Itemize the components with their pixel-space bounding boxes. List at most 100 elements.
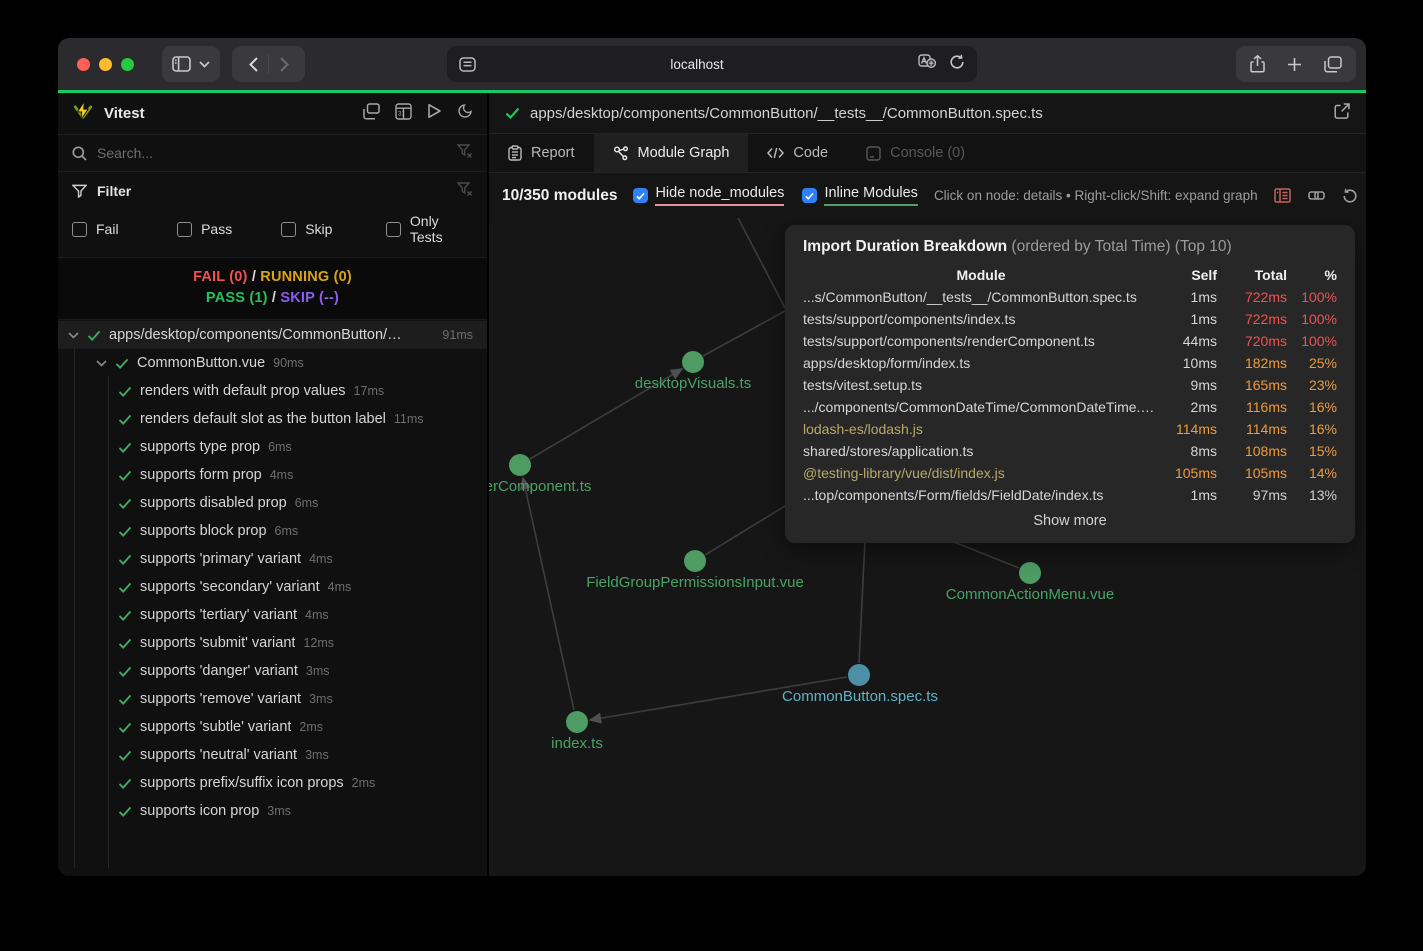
test-duration: 6ms (268, 440, 292, 454)
self-time: 1ms (1159, 286, 1217, 308)
module-name: ...s/CommonButton/__tests__/CommonButton… (803, 286, 1159, 308)
page-format-icon[interactable] (459, 57, 476, 72)
main-panel: apps/desktop/components/CommonButton/__t… (489, 93, 1366, 876)
dark-mode-icon[interactable] (457, 103, 473, 125)
test-case-row[interactable]: supports 'tertiary' variant4ms (58, 601, 487, 629)
test-case-row[interactable]: supports block prop6ms (58, 517, 487, 545)
merge-nodes-icon[interactable] (1308, 188, 1325, 203)
graph-node-fieldgrouppermissionsinput-vue[interactable] (684, 550, 706, 572)
address-bar[interactable]: localhost (447, 46, 977, 82)
test-name: supports 'secondary' variant (140, 579, 320, 595)
search-bar (58, 134, 487, 172)
svg-text:31: 31 (398, 111, 405, 117)
test-name: supports form prop (140, 467, 262, 483)
sidebar-toggle-button[interactable] (162, 46, 220, 82)
forward-button[interactable] (269, 49, 299, 79)
test-duration: 4ms (328, 580, 352, 594)
test-case-row[interactable]: supports prefix/suffix icon props2ms (58, 769, 487, 797)
open-in-editor-icon[interactable] (1334, 103, 1350, 124)
test-case-row[interactable]: renders default slot as the button label… (58, 405, 487, 433)
clear-search-filter-icon[interactable] (457, 144, 473, 163)
self-time: 44ms (1159, 330, 1217, 352)
graph-edge (736, 218, 785, 308)
graph-checkbox-label: Inline Modules (824, 185, 918, 206)
check-icon (118, 386, 132, 397)
self-time: 9ms (1159, 374, 1217, 396)
test-name: supports prefix/suffix icon props (140, 775, 344, 791)
test-name: supports type prop (140, 439, 260, 455)
test-name: supports 'neutral' variant (140, 747, 297, 763)
test-case-row[interactable]: supports 'remove' variant3ms (58, 685, 487, 713)
graph-node-label: CommonButton.spec.ts (782, 688, 938, 705)
self-time: 8ms (1159, 440, 1217, 462)
zoom-window-button[interactable] (121, 58, 134, 71)
self-time: 1ms (1159, 484, 1217, 506)
back-button[interactable] (238, 49, 268, 79)
module-name: tests/vitest.setup.ts (803, 374, 1159, 396)
test-duration: 91ms (442, 328, 487, 342)
chevron-down-icon[interactable] (96, 360, 107, 367)
filter-checkbox-skip[interactable]: Skip (281, 213, 386, 245)
test-case-row[interactable]: renders with default prop values17ms (58, 377, 487, 405)
test-case-row[interactable]: supports 'danger' variant3ms (58, 657, 487, 685)
graph-node-label: desktopVisuals.ts (635, 375, 751, 392)
minimize-window-button[interactable] (99, 58, 112, 71)
test-case-row[interactable]: supports icon prop3ms (58, 797, 487, 825)
graph-checkbox-inline-modules[interactable]: Inline Modules (802, 185, 918, 206)
close-window-button[interactable] (77, 58, 90, 71)
status-line: PASS (1) / SKIP (--) (58, 288, 487, 309)
graph-node-ercomponent-ts[interactable] (509, 454, 531, 476)
filter-checkbox-fail[interactable]: Fail (72, 213, 177, 245)
checked-checkbox-icon (633, 188, 648, 203)
dashboard-icon[interactable]: 31 (395, 103, 412, 125)
tab-overview-icon[interactable] (1324, 56, 1342, 73)
module-graph-canvas[interactable]: erComponent.tsdesktopVisuals.tsFieldGrou… (489, 218, 1366, 876)
test-case-row[interactable]: supports form prop4ms (58, 461, 487, 489)
test-case-row[interactable]: supports 'subtle' variant2ms (58, 713, 487, 741)
reset-graph-icon[interactable] (1342, 188, 1358, 204)
tab-report[interactable]: Report (489, 134, 594, 172)
graph-checkbox-hide-node_modules[interactable]: Hide node_modules (633, 185, 784, 206)
test-case-row[interactable]: supports 'primary' variant4ms (58, 545, 487, 573)
privacy-report-icon[interactable] (918, 54, 937, 74)
test-case-row[interactable]: supports disabled prop6ms (58, 489, 487, 517)
tab-module-graph[interactable]: Module Graph (594, 134, 749, 172)
tab-label: Module Graph (638, 145, 730, 161)
filter-checkbox-only-tests[interactable]: Only Tests (386, 213, 473, 245)
test-case-row[interactable]: supports 'neutral' variant3ms (58, 741, 487, 769)
show-more-button[interactable]: Show more (803, 513, 1337, 529)
clear-filters-icon[interactable] (457, 182, 473, 199)
test-case-row[interactable]: supports type prop 6ms (58, 433, 487, 461)
run-all-icon[interactable] (427, 103, 442, 125)
reload-icon[interactable] (949, 54, 965, 75)
check-icon (115, 358, 129, 369)
module-name: lodash-es/lodash.js (803, 418, 1159, 440)
total-time: 114ms (1217, 418, 1287, 440)
tab-code[interactable]: Code (748, 134, 847, 172)
graph-node-desktopvisuals-ts[interactable] (682, 351, 704, 373)
tab-console-0[interactable]: Console (0) (847, 134, 984, 172)
total-percent: 15% (1287, 440, 1337, 462)
panel-title: Import Duration Breakdown (ordered by To… (803, 238, 1337, 256)
code-icon (767, 147, 784, 159)
graph-node-commonactionmenu-vue[interactable] (1019, 562, 1041, 584)
new-tab-icon[interactable] (1287, 57, 1302, 72)
legend-icon[interactable] (1274, 188, 1291, 203)
graph-controls: 10/350 modules Hide node_modulesInline M… (489, 173, 1366, 218)
test-case-row[interactable]: supports 'secondary' variant 4ms (58, 573, 487, 601)
share-icon[interactable] (1250, 55, 1265, 73)
test-case-row[interactable]: supports 'submit' variant12ms (58, 629, 487, 657)
test-name: supports 'primary' variant (140, 551, 301, 567)
graph-node-commonbutton-spec-ts[interactable] (848, 664, 870, 686)
filter-checkbox-pass[interactable]: Pass (177, 213, 281, 245)
search-input[interactable] (97, 145, 447, 161)
module-name: apps/desktop/form/index.ts (803, 352, 1159, 374)
test-suite-row[interactable]: CommonButton.vue90ms (58, 349, 487, 377)
self-time: 2ms (1159, 396, 1217, 418)
clipboard-icon (508, 145, 522, 161)
collapse-tests-icon[interactable] (363, 103, 380, 125)
total-percent: 25% (1287, 352, 1337, 374)
test-file-row[interactable]: apps/desktop/components/CommonButton/__t… (58, 321, 487, 349)
graph-node-index-ts[interactable] (566, 711, 588, 733)
chevron-down-icon[interactable] (68, 332, 79, 339)
